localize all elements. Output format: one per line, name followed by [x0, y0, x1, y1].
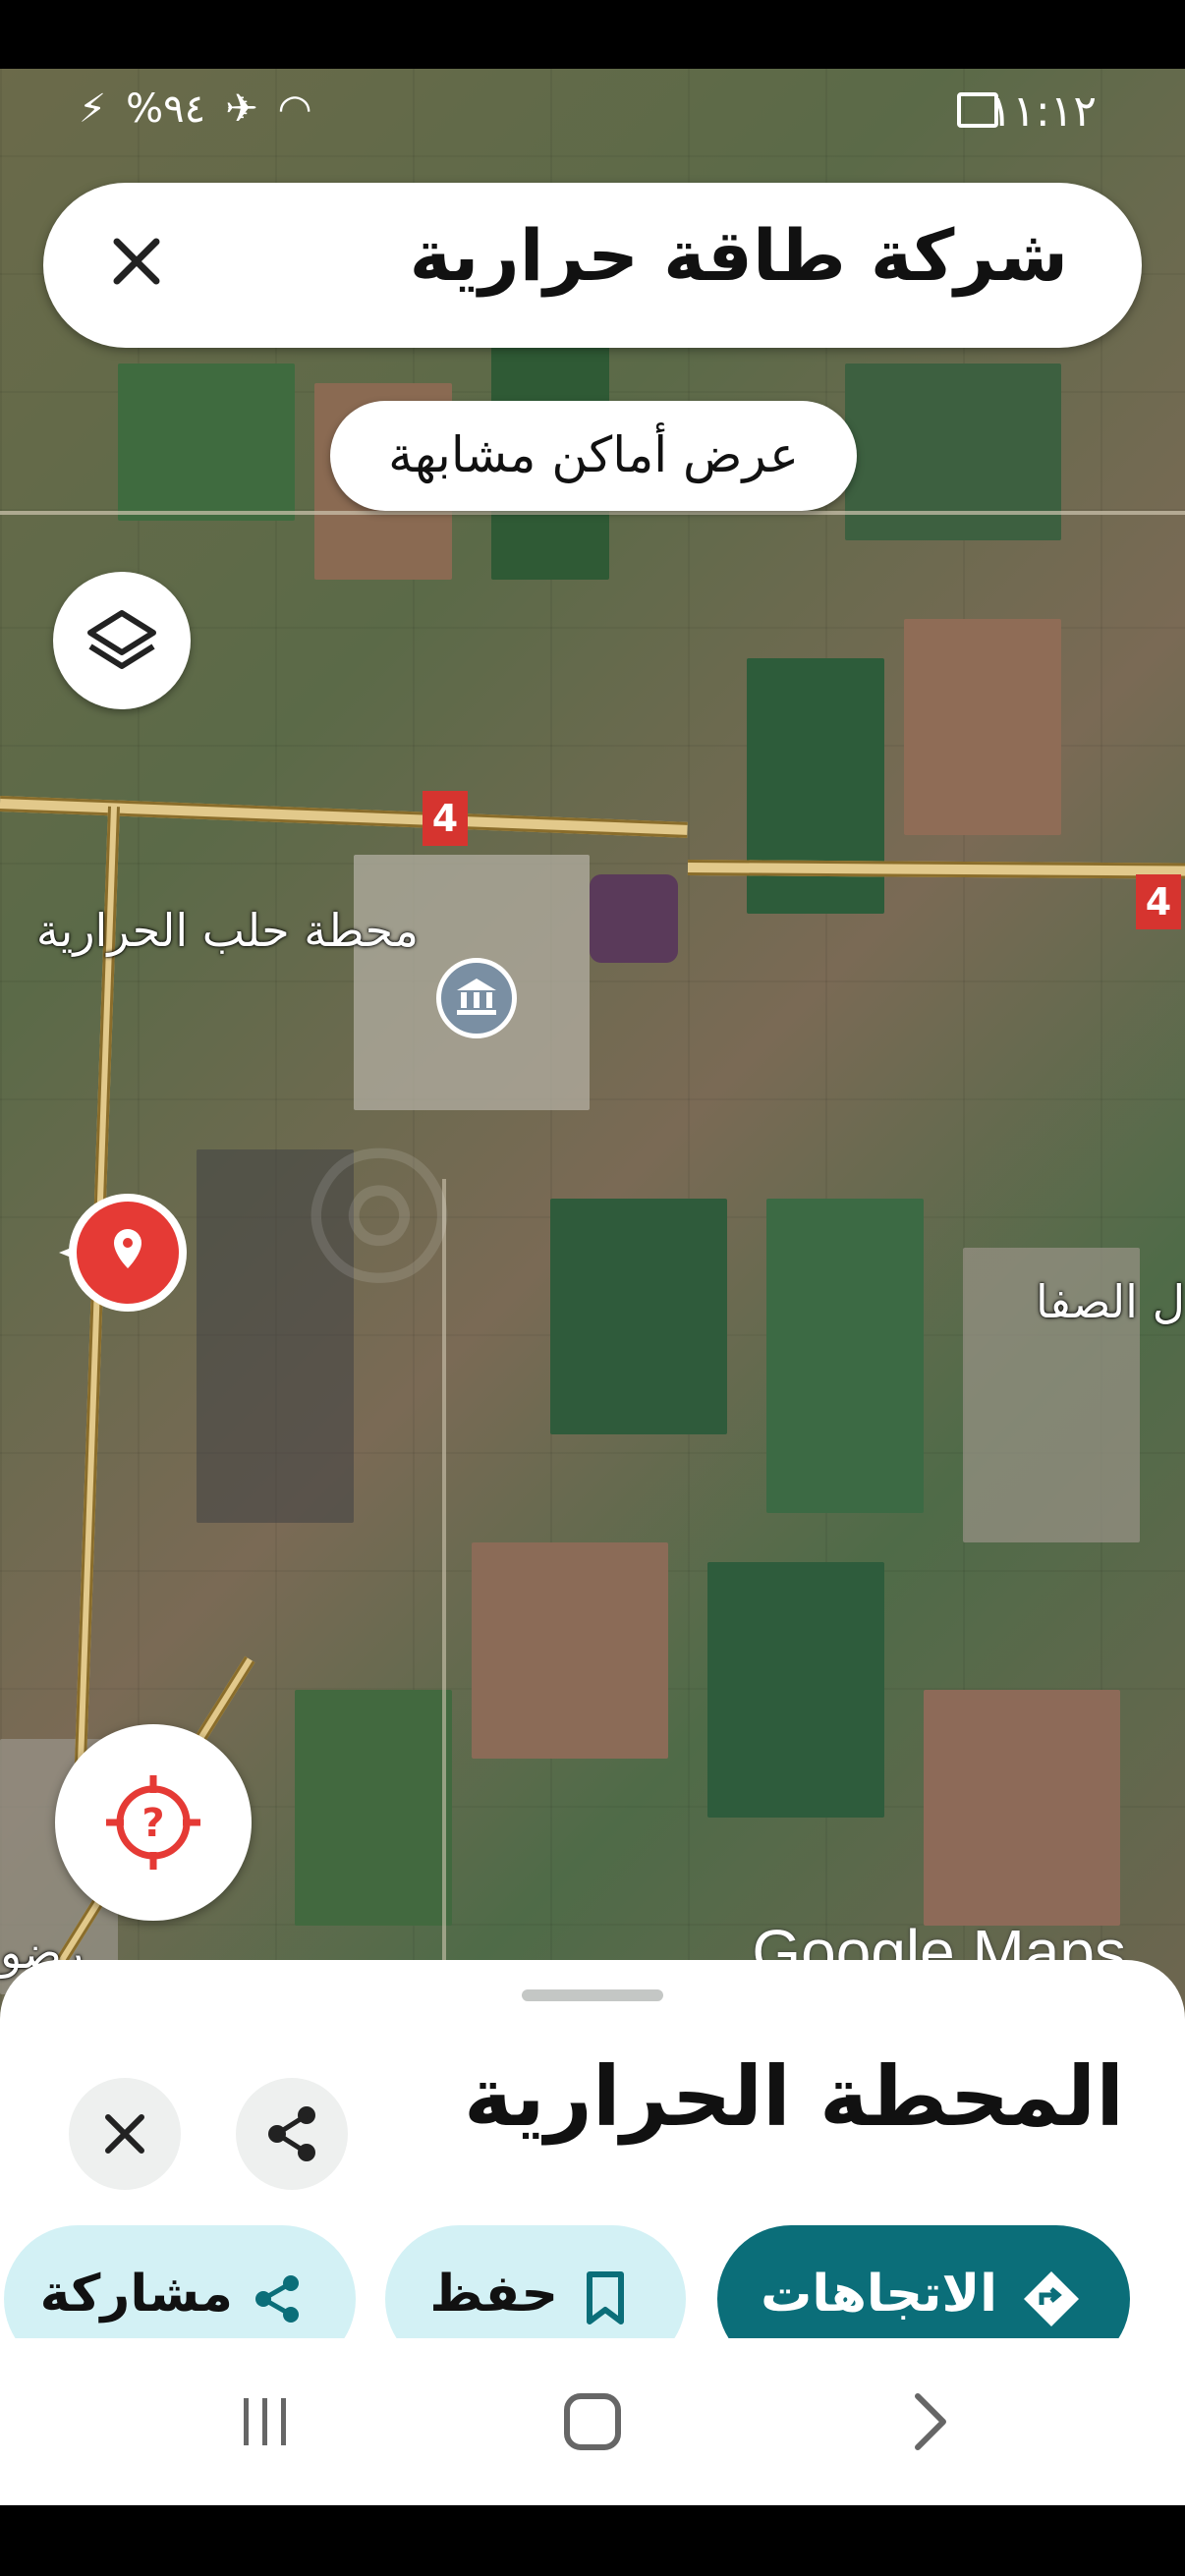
- share-label: مشاركة: [39, 2265, 233, 2324]
- my-location-button[interactable]: ?: [55, 1724, 252, 1921]
- layers-button[interactable]: [53, 572, 191, 709]
- field: [766, 1199, 924, 1513]
- field: [924, 1690, 1120, 1926]
- close-icon: [105, 2114, 144, 2154]
- airplane-icon: ✈: [225, 86, 258, 132]
- field: [118, 364, 295, 521]
- field: [472, 1542, 668, 1759]
- search-bar[interactable]: شركة طاقة حرارية: [43, 183, 1142, 348]
- power-station-poi-icon[interactable]: [436, 958, 517, 1038]
- route-shield: 4: [423, 791, 468, 846]
- share-icon: [255, 2275, 299, 2323]
- highway-road: [0, 796, 688, 838]
- layers-icon: [87, 610, 156, 669]
- field: [295, 1690, 452, 1926]
- status-left: ⚡ %٩٤ ✈ ◠: [79, 86, 312, 132]
- rail-line: [0, 511, 1185, 515]
- location-unknown-icon: ?: [106, 1775, 200, 1870]
- status-bar: ⚡ %٩٤ ✈ ◠ ١١:١٢: [0, 69, 1185, 157]
- close-sheet-button[interactable]: [69, 2078, 181, 2190]
- show-similar-places-label: عرض أماكن مشابهة: [388, 426, 799, 483]
- wifi-icon: ◠: [277, 86, 312, 132]
- top-black-bar: [0, 0, 1185, 69]
- system-navigation-bar: [0, 2338, 1185, 2505]
- route-shield: 4: [1136, 874, 1181, 929]
- field: [904, 619, 1061, 835]
- tanks: [590, 874, 678, 963]
- clear-search-icon[interactable]: [97, 222, 176, 301]
- battery-icon: ⚡: [79, 86, 107, 132]
- recent-apps-icon[interactable]: [236, 2392, 295, 2451]
- home-icon[interactable]: [561, 2390, 624, 2453]
- svg-text:?: ?: [141, 1801, 164, 1846]
- place-bottom-sheet[interactable]: المحطة الحرارية الاتجاهات حفظ مشاركة: [0, 1960, 1185, 2338]
- bottom-black-bar: [0, 2505, 1185, 2576]
- sheet-drag-handle[interactable]: [522, 1989, 663, 2001]
- share-button[interactable]: مشاركة: [4, 2225, 356, 2338]
- show-similar-places-button[interactable]: عرض أماكن مشابهة: [330, 401, 857, 511]
- save-label: حفظ: [429, 2265, 558, 2324]
- directions-icon: [1024, 2271, 1079, 2326]
- field: [707, 1562, 884, 1818]
- directions-label: الاتجاهات: [761, 2265, 997, 2324]
- town-map-label[interactable]: ل الصفا: [1036, 1275, 1185, 1328]
- canal-line: [442, 1179, 446, 2044]
- clock: ١١:١٢: [988, 86, 1097, 137]
- directions-button[interactable]: الاتجاهات: [717, 2225, 1130, 2338]
- share-icon: [268, 2106, 315, 2161]
- selected-location-pin-icon[interactable]: [59, 1194, 197, 1331]
- station-map-label[interactable]: محطة حلب الحرارية: [36, 904, 419, 957]
- place-title: المحطة الحرارية: [464, 2048, 1124, 2145]
- battery-percent: %٩٤: [126, 86, 206, 132]
- back-icon[interactable]: [906, 2390, 955, 2453]
- save-button[interactable]: حفظ: [385, 2225, 686, 2338]
- search-query[interactable]: شركة طاقة حرارية: [410, 214, 1068, 297]
- share-icon-button[interactable]: [236, 2078, 348, 2190]
- bookmark-icon: [587, 2271, 624, 2324]
- field: [550, 1199, 727, 1434]
